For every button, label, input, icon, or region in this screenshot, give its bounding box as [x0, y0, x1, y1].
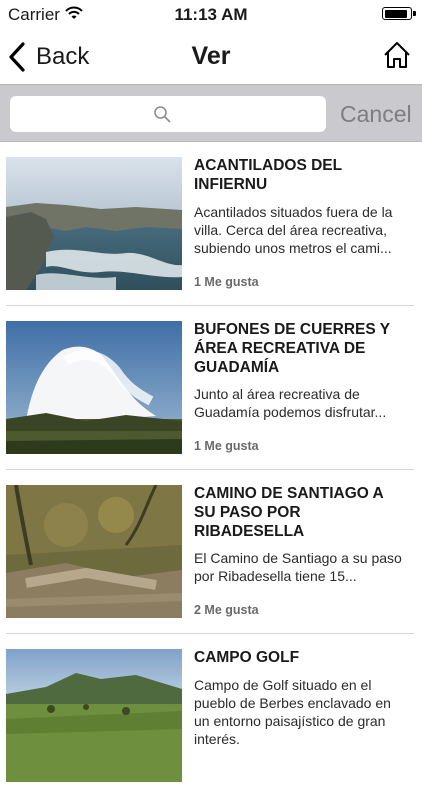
item-likes: 1 Me gusta	[194, 275, 259, 289]
item-title: CAMINO DE SANTIAGO A SU PASO POR RIBADES…	[194, 485, 384, 540]
cliffs-photo	[6, 157, 182, 290]
item-title: CAMPO GOLF	[194, 649, 300, 666]
search-input[interactable]	[10, 96, 326, 132]
battery-icon	[382, 7, 416, 20]
item-description: Junto al área recreativa de Guadamía pod…	[194, 386, 387, 420]
blowhole-photo	[6, 321, 182, 454]
item-title: BUFONES DE CUERRES Y ÁREA RECREATIVA DE …	[194, 321, 390, 376]
list-item[interactable]: CAMINO DE SANTIAGO A SU PASO POR RIBADES…	[0, 470, 422, 634]
navigation-bar: Back Ver	[0, 30, 422, 84]
search-bar: Cancel	[0, 84, 422, 142]
camino-photo	[6, 485, 182, 618]
cancel-button[interactable]: Cancel	[340, 101, 412, 128]
item-description: El Camino de Santiago a su paso por Riba…	[194, 550, 402, 584]
list-item[interactable]: ACANTILADOS DEL INFIERNU Acantilados sit…	[0, 142, 422, 306]
item-title: ACANTILADOS DEL INFIERNU	[194, 157, 342, 193]
list-item[interactable]: CAMPO GOLF Campo de Golf situado en el p…	[0, 634, 422, 798]
home-icon[interactable]	[382, 40, 412, 70]
page-title: Ver	[191, 42, 231, 70]
item-likes: 2 Me gusta	[194, 603, 259, 617]
status-bar: Carrier 11:13 AM	[0, 0, 422, 30]
places-list: ACANTILADOS DEL INFIERNU Acantilados sit…	[0, 142, 422, 798]
status-time: 11:13 AM	[174, 5, 248, 24]
battery-level	[384, 9, 407, 18]
golf-photo	[6, 649, 182, 782]
item-description: Campo de Golf situado en el pueblo de Be…	[194, 677, 391, 747]
list-item[interactable]: BUFONES DE CUERRES Y ÁREA RECREATIVA DE …	[0, 306, 422, 470]
item-description: Acantilados situados fuera de la villa. …	[194, 204, 393, 256]
item-likes: 1 Me gusta	[194, 439, 259, 453]
